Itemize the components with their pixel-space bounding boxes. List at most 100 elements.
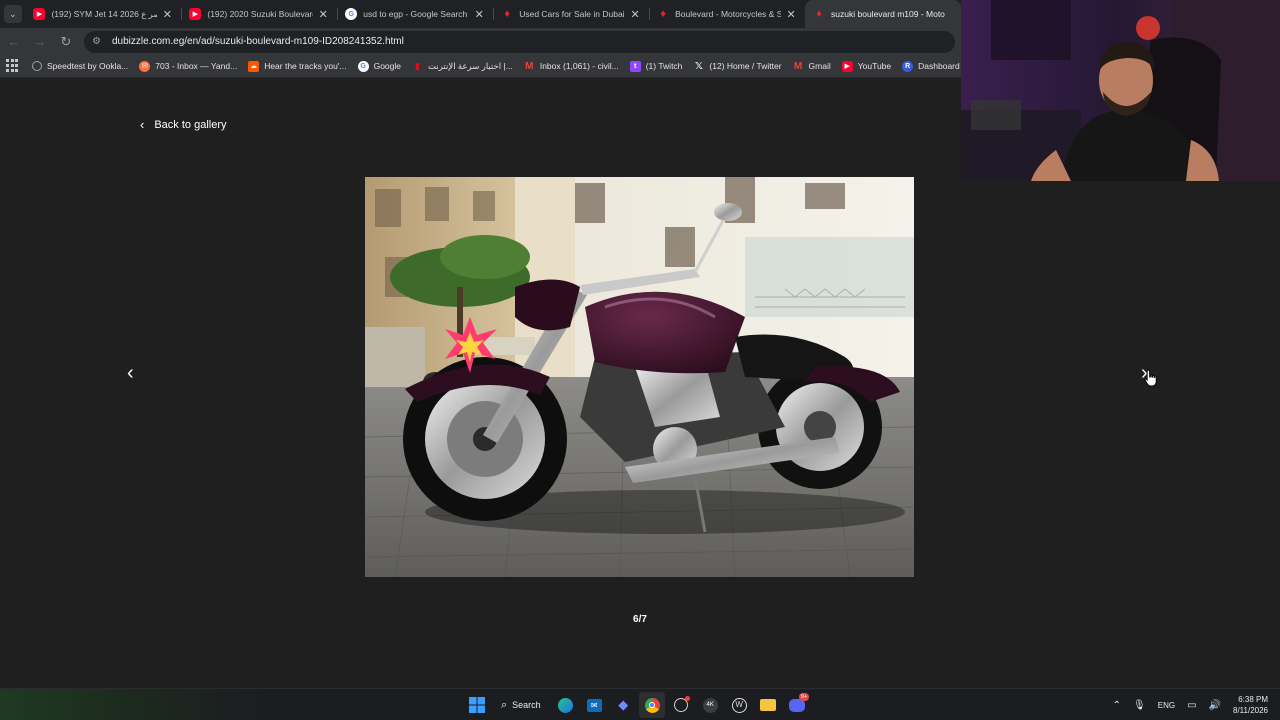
browser-tab[interactable]: ▶ (192) SYM Jet 14 2026 مصر ع ✕ [25, 0, 181, 28]
clock-date: 8/11/2026 [1233, 706, 1268, 715]
restream-icon: R [902, 60, 914, 72]
search-icon: ⌕ [501, 698, 508, 711]
browser-tab[interactable]: ▶ (192) 2020 Suzuki Boulevard M ✕ [181, 0, 337, 28]
forward-arrow-icon[interactable]: → [28, 30, 52, 54]
close-icon[interactable]: ✕ [473, 8, 485, 21]
yandex-icon: ✉ [139, 60, 151, 72]
taskbar-search-label: Search [512, 700, 541, 710]
recording-app-icon[interactable] [668, 692, 694, 718]
tab-title: suzuki boulevard m109 - Moto [831, 9, 945, 19]
dubizzle-icon: ♦ [504, 8, 511, 20]
wordpress-icon[interactable]: W [726, 692, 752, 718]
browser-toolbar: ← → ↻ ⚙ dubizzle.com.eg/en/ad/suzuki-bou… [0, 28, 961, 55]
x-icon: 𝕏 [694, 60, 703, 72]
bookmark-label: YouTube [857, 61, 892, 71]
back-to-gallery-link[interactable]: ‹ Back to gallery [140, 117, 227, 132]
tab-search-button[interactable]: ⌄ [0, 0, 25, 28]
google-icon: G [357, 60, 369, 72]
windows-taskbar: ⌕ Search ✉ ◆ 4K W 9+ ⌃ 🎙 ENG ▭ 🔊 6:38 PM… [0, 688, 1280, 720]
webcam-feed [961, 0, 1280, 181]
bookmark-label: (12) Home / Twitter [709, 61, 782, 71]
language-indicator[interactable]: ENG [1158, 701, 1175, 710]
chevron-up-icon[interactable]: ⌃ [1113, 700, 1121, 711]
webcam-overlay [961, 0, 1280, 181]
edge-icon[interactable] [552, 692, 578, 718]
tab-title: Used Cars for Sale in Dubai | du [519, 9, 625, 19]
bookmark-label: Inbox (1,061) - civil... [539, 61, 619, 71]
bookmark-twitter[interactable]: 𝕏 (12) Home / Twitter [693, 60, 782, 72]
bookmark-inbox[interactable]: M Inbox (1,061) - civil... [524, 61, 619, 72]
taskbar-apps: ⌕ Search ✉ ◆ 4K W 9+ [462, 689, 812, 720]
gallery-image [365, 177, 914, 577]
chrome-icon[interactable] [639, 692, 666, 718]
close-icon[interactable]: ✕ [629, 8, 641, 21]
chevron-left-icon: ‹ [140, 117, 145, 132]
bookmark-soundcloud[interactable]: ☁ Hear the tracks you'... [248, 60, 347, 72]
taskbar-search-button[interactable]: ⌕ Search [491, 692, 551, 718]
system-tray: ⌃ 🎙 ENG ▭ 🔊 6:38 PM 8/11/2026 [1107, 689, 1280, 720]
chevron-down-icon: ⌄ [3, 5, 22, 23]
twitch-icon: t [629, 60, 641, 72]
browser-tab-active[interactable]: ♦ suzuki boulevard m109 - Moto [805, 0, 961, 28]
bookmark-google[interactable]: G Google [357, 60, 402, 72]
microphone-icon[interactable]: 🎙 [1133, 700, 1146, 711]
discord-icon[interactable]: 9+ [784, 692, 810, 718]
fast-icon: ▮ [415, 60, 420, 71]
tab-title: usd to egp - Google Search [363, 9, 468, 19]
browser-tab[interactable]: ♦ Used Cars for Sale in Dubai | du ✕ [493, 0, 649, 28]
browser-tab[interactable]: G usd to egp - Google Search ✕ [337, 0, 493, 28]
outlook-icon[interactable]: ✉ [581, 692, 607, 718]
youtube-icon: ▶ [189, 8, 202, 20]
display-icon[interactable]: ▭ [1187, 700, 1196, 711]
bookmark-label: Speedtest by Ookla... [47, 61, 129, 71]
volume-icon[interactable]: 🔊 [1209, 700, 1221, 711]
bookmark-label: Google [373, 61, 402, 71]
taskbar-widget-area [0, 689, 260, 720]
tab-title: Boulevard - Motorcycles & Scoo [675, 9, 782, 19]
previous-image-button[interactable]: ‹ [127, 362, 134, 385]
google-icon: G [345, 8, 358, 20]
windows-start-icon[interactable] [464, 692, 490, 718]
gmail-icon: M [793, 60, 803, 72]
back-arrow-icon[interactable]: ← [2, 30, 26, 54]
close-icon[interactable]: ✕ [161, 8, 173, 21]
4k-downloader-icon[interactable]: 4K [697, 692, 723, 718]
bookmark-twitch[interactable]: t (1) Twitch [629, 60, 683, 72]
bookmark-label: 703 - Inbox — Yand... [155, 61, 238, 71]
tab-title: (192) SYM Jet 14 2026 مصر ع [51, 8, 157, 19]
tab-strip: ⌄ ▶ (192) SYM Jet 14 2026 مصر ع ✕ ▶ (192… [0, 0, 961, 28]
bookmark-gmail[interactable]: M Gmail [793, 61, 831, 72]
bookmark-speed-test-ar[interactable]: ▮ اختبار سرعة الإنترنت |... [412, 61, 513, 72]
hand-cursor-icon [1144, 369, 1157, 387]
browser-tab[interactable]: ♦ Boulevard - Motorcycles & Scoo ✕ [649, 0, 805, 28]
tab-title: (192) 2020 Suzuki Boulevard M [207, 9, 314, 19]
close-icon[interactable]: ✕ [785, 8, 797, 21]
gmail-icon: M [525, 60, 534, 72]
clock[interactable]: 6:38 PM 8/11/2026 [1233, 694, 1268, 716]
speedtest-icon [32, 61, 42, 71]
reload-icon[interactable]: ↻ [54, 30, 78, 54]
bookmark-label: اختبار سرعة الإنترنت |... [428, 60, 513, 71]
bookmark-yandex-inbox[interactable]: ✉ 703 - Inbox — Yand... [139, 60, 238, 72]
youtube-icon: ▶ [33, 8, 46, 20]
youtube-icon: ▶ [841, 60, 853, 72]
clock-time: 6:38 PM [1238, 695, 1268, 704]
notification-badge: 9+ [798, 693, 810, 701]
bookmark-label: Hear the tracks you'... [264, 61, 347, 71]
bookmark-youtube[interactable]: ▶ YouTube [841, 60, 892, 72]
vpn-icon[interactable]: ◆ [610, 692, 636, 718]
image-counter: 6/7 [633, 614, 647, 625]
file-explorer-icon[interactable] [755, 692, 781, 718]
address-bar[interactable]: ⚙ dubizzle.com.eg/en/ad/suzuki-boulevard… [84, 30, 955, 53]
close-icon[interactable]: ✕ [317, 8, 329, 21]
bookmark-label: (1) Twitch [645, 61, 683, 71]
bookmarks-bar: Speedtest by Ookla... ✉ 703 - Inbox — Ya… [0, 55, 999, 78]
motorcycle-photo [365, 177, 914, 577]
soundcloud-icon: ☁ [248, 60, 260, 72]
chevron-left-icon: ‹ [127, 362, 134, 384]
dubizzle-icon: ♦ [660, 8, 666, 20]
apps-grid-icon[interactable] [6, 59, 18, 73]
back-to-gallery-label: Back to gallery [154, 118, 227, 131]
site-info-icon[interactable]: ⚙ [92, 36, 106, 47]
bookmark-speedtest[interactable]: Speedtest by Ookla... [32, 61, 128, 71]
